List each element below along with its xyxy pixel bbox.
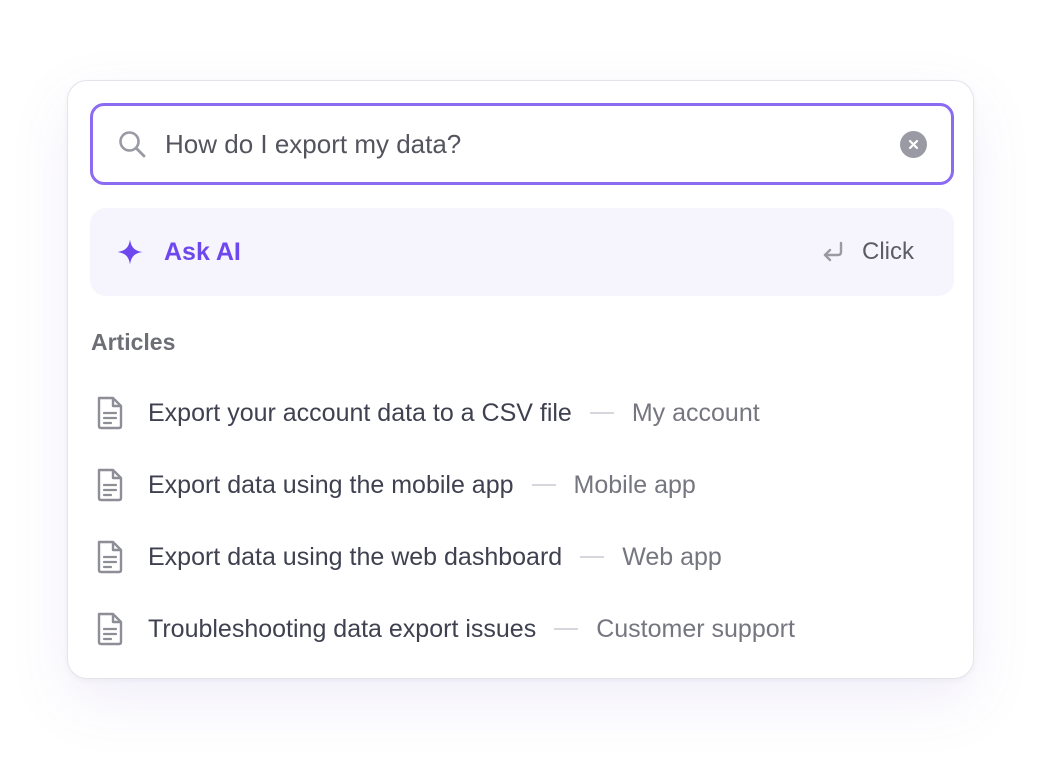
search-panel: Ask AI Click Articles Export your accoun… (67, 80, 974, 679)
separator-dash (589, 412, 614, 414)
article-category: Customer support (596, 614, 795, 643)
document-icon (97, 468, 123, 502)
article-result[interactable]: Export data using the web dashboard Web … (94, 521, 944, 593)
document-icon (97, 540, 123, 574)
separator-dash (580, 556, 605, 558)
article-result[interactable]: Export your account data to a CSV file M… (94, 377, 944, 449)
article-title: Troubleshooting data export issues (148, 614, 537, 643)
stage: Ask AI Click Articles Export your accoun… (0, 0, 1042, 760)
close-icon (908, 139, 919, 149)
articles-list: Export your account data to a CSV file M… (94, 377, 944, 665)
article-result[interactable]: Troubleshooting data export issues Custo… (94, 593, 944, 665)
document-icon (97, 396, 123, 430)
ask-ai-option[interactable]: Ask AI Click (90, 208, 954, 296)
clear-search-button[interactable] (900, 130, 927, 158)
enter-key-icon (823, 241, 843, 262)
article-category: Web app (622, 542, 722, 571)
article-title: Export your account data to a CSV file (148, 398, 572, 427)
document-icon (97, 612, 123, 646)
separator-dash (554, 628, 579, 630)
article-result[interactable]: Export data using the mobile app Mobile … (94, 449, 944, 521)
article-category: Mobile app (573, 470, 696, 499)
search-input[interactable] (165, 124, 900, 164)
article-title: Export data using the mobile app (148, 470, 514, 499)
articles-heading: Articles (91, 329, 176, 355)
sparkle-icon (117, 239, 143, 265)
search-bar[interactable] (90, 103, 954, 185)
article-title: Export data using the web dashboard (148, 542, 563, 571)
ask-ai-label: Ask AI (164, 237, 241, 266)
ask-ai-hint: Click (862, 238, 914, 265)
search-icon (119, 131, 146, 158)
separator-dash (531, 484, 556, 486)
article-category: My account (631, 398, 760, 427)
